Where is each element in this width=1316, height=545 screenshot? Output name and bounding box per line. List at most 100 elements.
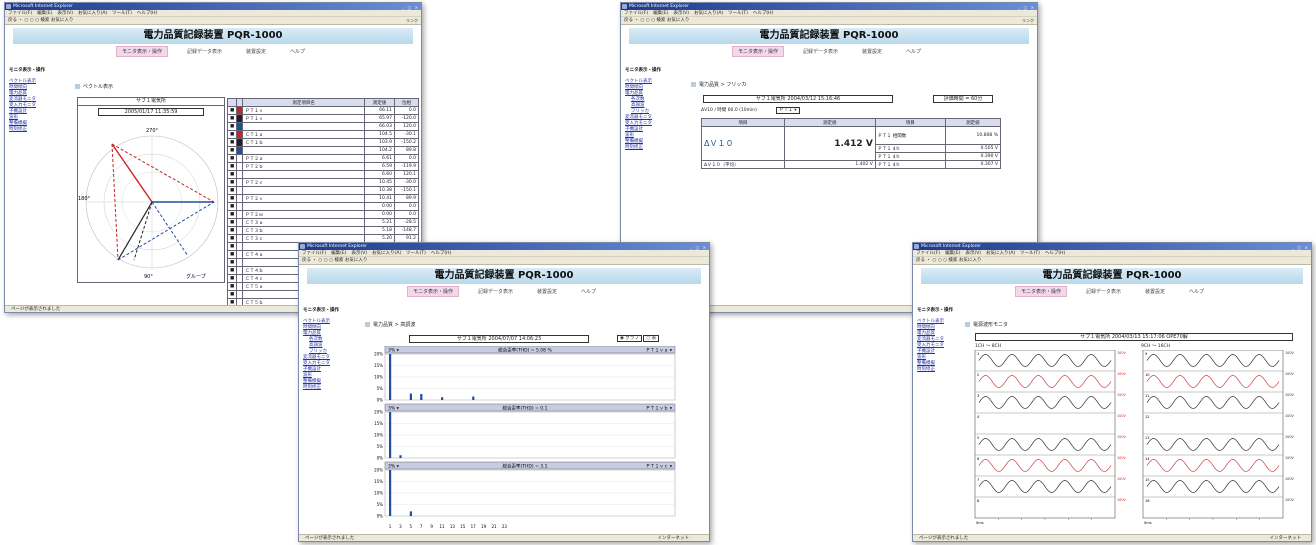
row-checkbox-icon[interactable]: ■: [227, 242, 238, 251]
row-checkbox-icon[interactable]: ■: [227, 218, 238, 227]
graph-radio[interactable]: ◉ グラフ: [617, 335, 642, 342]
menubar: ファイル(F) 編集(E) 表示(V) お気に入り(A) ツール(T) ヘルプ(H): [5, 10, 421, 17]
window-controls-icon[interactable]: _ □ ×: [402, 4, 419, 11]
tab-help[interactable]: ヘルプ: [901, 47, 926, 56]
toolbar-buttons[interactable]: 戻る ・ ○ ○ ○ 検索 お気に入り: [8, 18, 73, 23]
window-controls-icon[interactable]: _ □ ×: [690, 244, 707, 251]
col-value: 測定値: [364, 98, 395, 107]
group-select[interactable]: グループ: [186, 273, 206, 280]
row-checkbox-icon[interactable]: ■: [227, 194, 238, 203]
row-checkbox-icon[interactable]: ■: [227, 258, 238, 267]
menu-edit[interactable]: 編集(E): [37, 11, 52, 16]
tab-settings[interactable]: 装置設定: [1140, 287, 1170, 296]
row-checkbox-icon[interactable]: ■: [227, 186, 238, 195]
toolbar-buttons[interactable]: 戻る ・ ○ ○ ○ 検索 お気に入り: [302, 258, 367, 263]
row-checkbox-icon[interactable]: ■: [227, 138, 238, 147]
tab-records[interactable]: 記録データ表示: [1081, 287, 1126, 296]
menu-file[interactable]: ファイル(F): [624, 11, 648, 16]
menu-help[interactable]: ヘルプ(H): [137, 11, 157, 16]
tab-monitor[interactable]: モニタ表示・操作: [1014, 286, 1067, 297]
row-checkbox-icon[interactable]: ■: [227, 250, 238, 259]
x-tick-label: 11: [439, 524, 445, 529]
row-checkbox-icon[interactable]: ■: [227, 266, 238, 275]
menu-favorites[interactable]: お気に入り(A): [372, 251, 401, 256]
window-controls-icon[interactable]: _ □ ×: [1018, 4, 1035, 11]
menu-file[interactable]: ファイル(F): [302, 251, 326, 256]
browser-toolbar: 戻る ・ ○ ○ ○ 検索 お気に入り リンク: [5, 17, 421, 25]
row-checkbox-icon[interactable]: ■: [227, 154, 238, 163]
links-button[interactable]: リンク: [406, 17, 418, 25]
row-checkbox-icon[interactable]: ■: [227, 178, 238, 187]
tab-help[interactable]: ヘルプ: [285, 47, 310, 56]
menu-view[interactable]: 表示(V): [673, 11, 689, 16]
menu-view[interactable]: 表示(V): [57, 11, 73, 16]
mode-switch: ◉ グラフ ○ 表: [617, 335, 660, 342]
menu-tools[interactable]: ツール(T): [406, 251, 426, 256]
channel-select[interactable]: ＰＴ１ ▾: [776, 107, 800, 114]
scale-label: 100V: [1117, 498, 1126, 502]
window-controls-icon[interactable]: _ □ ×: [1292, 244, 1309, 251]
menu-help[interactable]: ヘルプ(H): [1045, 251, 1065, 256]
tab-records[interactable]: 記録データ表示: [473, 287, 518, 296]
row-phase: 89.9: [394, 194, 419, 203]
menu-file[interactable]: ファイル(F): [8, 11, 32, 16]
menu-tools[interactable]: ツール(T): [728, 11, 748, 16]
menu-edit[interactable]: 編集(E): [653, 11, 668, 16]
row-checkbox-icon[interactable]: ■: [227, 130, 238, 139]
vector-crumb-wrap: ベクトル表示: [75, 83, 113, 93]
menu-tools[interactable]: ツール(T): [112, 11, 132, 16]
sidebar-item-clock[interactable]: 時刻修正: [9, 127, 55, 133]
checkbox-icon[interactable]: [691, 82, 696, 87]
harmonic-bar: [389, 354, 392, 400]
menu-edit[interactable]: 編集(E): [945, 251, 960, 256]
sidebar-item-clock[interactable]: 時刻修正: [625, 145, 671, 151]
tab-records[interactable]: 記録データ表示: [182, 47, 227, 56]
row-checkbox-icon[interactable]: ■: [227, 122, 238, 131]
row-checkbox-icon[interactable]: ■: [227, 282, 238, 291]
checkbox-icon[interactable]: [75, 84, 80, 89]
links-button[interactable]: リンク: [1022, 17, 1034, 25]
toolbar-buttons[interactable]: 戻る ・ ○ ○ ○ 検索 お気に入り: [916, 258, 981, 263]
menu-help[interactable]: ヘルプ(H): [431, 251, 451, 256]
sidebar-item-clock[interactable]: 時刻修正: [917, 367, 963, 373]
menu-favorites[interactable]: お気に入り(A): [694, 11, 723, 16]
row-checkbox-icon[interactable]: ■: [227, 290, 238, 299]
tab-settings[interactable]: 装置設定: [857, 47, 887, 56]
row-checkbox-icon[interactable]: ■: [227, 202, 238, 211]
table-radio[interactable]: ○ 表: [643, 335, 660, 342]
harmonic-bar: [441, 397, 444, 400]
row-checkbox-icon[interactable]: ■: [227, 106, 238, 115]
row-checkbox-icon[interactable]: ■: [227, 210, 238, 219]
menu-file[interactable]: ファイル(F): [916, 251, 940, 256]
row-checkbox-icon[interactable]: ■: [227, 170, 238, 179]
col-phase: 位相: [394, 98, 419, 107]
checkbox-icon[interactable]: [965, 322, 970, 327]
sidebar-item-clock[interactable]: 時刻修正: [303, 385, 349, 391]
tab-records[interactable]: 記録データ表示: [798, 47, 843, 56]
row-checkbox-icon[interactable]: ■: [227, 146, 238, 155]
menu-help[interactable]: ヘルプ(H): [753, 11, 773, 16]
tab-monitor[interactable]: モニタ表示・操作: [731, 46, 784, 57]
menu-favorites[interactable]: お気に入り(A): [78, 11, 107, 16]
x-tick-label: 19: [481, 524, 487, 529]
tab-help[interactable]: ヘルプ: [1184, 287, 1209, 296]
row-checkbox-icon[interactable]: ■: [227, 226, 238, 235]
tab-settings[interactable]: 装置設定: [532, 287, 562, 296]
row-checkbox-icon[interactable]: ■: [227, 114, 238, 123]
tab-help[interactable]: ヘルプ: [576, 287, 601, 296]
right-value: 0.307 V: [944, 160, 1002, 169]
tab-monitor[interactable]: モニタ表示・操作: [406, 286, 459, 297]
menu-view[interactable]: 表示(V): [351, 251, 367, 256]
row-checkbox-icon[interactable]: ■: [227, 162, 238, 171]
row-checkbox-icon[interactable]: ■: [227, 274, 238, 283]
menu-edit[interactable]: 編集(E): [331, 251, 346, 256]
row-name: ＣＴ３ａ: [242, 218, 365, 227]
tab-monitor[interactable]: モニタ表示・操作: [115, 46, 168, 57]
row-checkbox-icon[interactable]: ■: [227, 234, 238, 243]
menu-favorites[interactable]: お気に入り(A): [986, 251, 1015, 256]
menu-view[interactable]: 表示(V): [965, 251, 981, 256]
checkbox-icon[interactable]: [365, 322, 370, 327]
toolbar-buttons[interactable]: 戻る ・ ○ ○ ○ 検索 お気に入り: [624, 18, 689, 23]
menu-tools[interactable]: ツール(T): [1020, 251, 1040, 256]
tab-settings[interactable]: 装置設定: [241, 47, 271, 56]
